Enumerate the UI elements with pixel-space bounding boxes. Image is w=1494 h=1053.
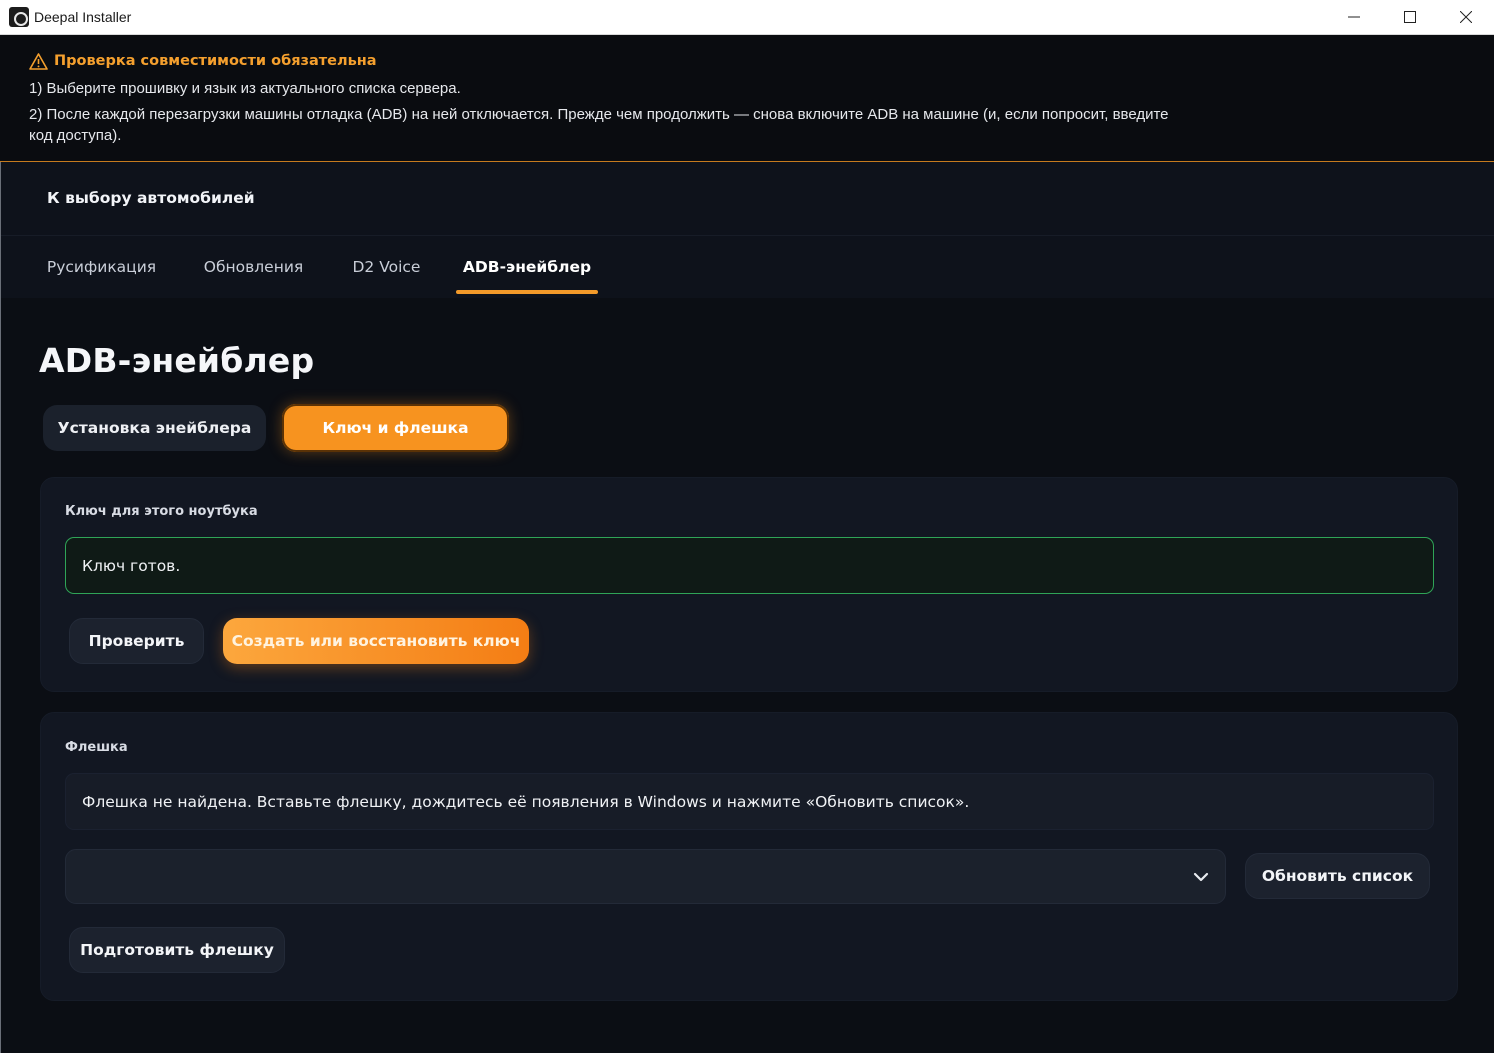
key-card: Ключ для этого ноутбука Ключ готов. Пров… (40, 477, 1458, 692)
flash-card-label: Флешка (65, 740, 128, 755)
segment-key-and-flash[interactable]: Ключ и флешка (282, 404, 509, 452)
refresh-list-button[interactable]: Обновить список (1245, 853, 1430, 899)
key-status-box: Ключ готов. (65, 537, 1434, 594)
warning-title-text: Проверка совместимости обязательна (54, 53, 377, 69)
page-title: ADB-энейблер (39, 341, 315, 380)
tab-d2-voice[interactable]: D2 Voice (351, 236, 422, 298)
window-controls (1326, 0, 1494, 35)
flash-status-box: Флешка не найдена. Вставьте флешку, дожд… (65, 773, 1434, 830)
maximize-button[interactable] (1382, 0, 1438, 35)
window-title: Deepal Installer (34, 9, 132, 25)
app-header: К выбору автомобилей Русификация Обновле… (1, 162, 1494, 298)
chevron-down-icon (1193, 872, 1209, 882)
back-to-cars-link[interactable]: К выбору автомобилей (47, 189, 255, 207)
minimize-icon (1348, 16, 1360, 18)
create-restore-key-button[interactable]: Создать или восстановить ключ (223, 618, 529, 664)
main-tabs: Русификация Обновления D2 Voice ADB-эней… (1, 236, 1494, 298)
active-tab-indicator (456, 290, 598, 294)
close-icon (1460, 11, 1472, 23)
tab-updates[interactable]: Обновления (202, 236, 305, 298)
prepare-flash-button[interactable]: Подготовить флешку (69, 927, 285, 973)
flash-drive-select[interactable] (65, 849, 1226, 904)
close-button[interactable] (1438, 0, 1494, 35)
warning-line-2: 2) После каждой перезагрузки машины отла… (29, 106, 1169, 144)
warning-line-1: 1) Выберите прошивку и язык из актуально… (29, 80, 461, 97)
segment-install-enabler[interactable]: Установка энейблера (43, 405, 266, 451)
minimize-button[interactable] (1326, 0, 1382, 35)
compatibility-warning-banner: Проверка совместимости обязательна 1) Вы… (0, 35, 1494, 162)
tab-adb-enabler[interactable]: ADB-энейблер (456, 236, 598, 298)
tab-russification[interactable]: Русификация (47, 236, 156, 298)
app-logo-icon (9, 7, 29, 27)
key-status-text: Ключ готов. (82, 556, 181, 575)
window-titlebar: Deepal Installer (0, 0, 1494, 35)
key-card-label: Ключ для этого ноутбука (65, 504, 258, 519)
warning-title: Проверка совместимости обязательна (29, 51, 1494, 71)
flash-status-text: Флешка не найдена. Вставьте флешку, дожд… (82, 792, 970, 811)
flash-drive-card: Флешка Флешка не найдена. Вставьте флешк… (40, 712, 1458, 1001)
warning-icon (29, 52, 48, 70)
check-key-button[interactable]: Проверить (69, 618, 204, 664)
maximize-icon (1404, 11, 1416, 23)
